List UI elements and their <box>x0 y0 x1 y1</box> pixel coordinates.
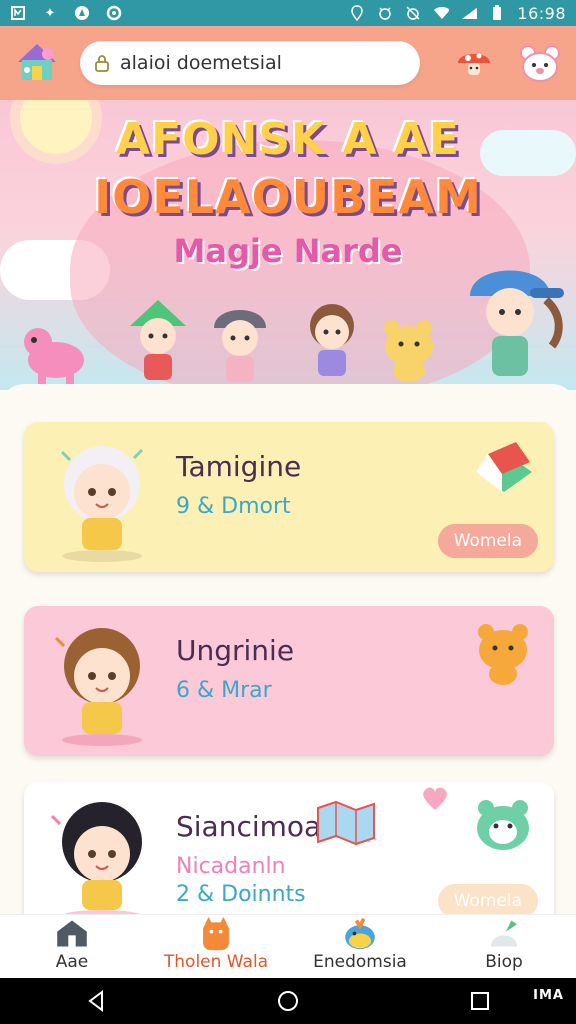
card-title: Tamigine <box>176 450 302 483</box>
nav-item-active[interactable]: Tholen Wala <box>144 915 288 978</box>
bottom-nav: Aae Tholen Wala Enedomsia Biop <box>0 914 576 978</box>
brown-hair-chibi-icon <box>310 304 354 376</box>
card-title: Siancimoa <box>176 810 322 843</box>
home-icon[interactable] <box>276 989 300 1013</box>
vibrate-icon <box>377 5 393 21</box>
nav-item-home[interactable]: Aae <box>0 915 144 978</box>
nav-label: Biop <box>485 952 523 972</box>
sync-icon <box>106 5 122 21</box>
nav-item-shop[interactable]: Biop <box>432 915 576 978</box>
pink-pony-icon <box>24 328 84 386</box>
green-pet-icon <box>477 800 529 850</box>
white-hair-chibi-avatar-icon <box>60 446 144 562</box>
nav-label: Tholen Wala <box>163 952 269 972</box>
nav-label: Aae <box>55 952 89 972</box>
blue-cap-chibi-icon <box>470 270 564 376</box>
bolt-icon: ✦ <box>44 5 56 21</box>
battery-icon <box>489 5 505 21</box>
alarm-off-icon <box>405 5 421 21</box>
system-nav-bar <box>0 978 576 1024</box>
bag-icon <box>491 920 517 947</box>
house-icon <box>57 920 87 947</box>
heart-icon <box>423 787 447 810</box>
cat-icon <box>203 916 229 951</box>
map-icon <box>317 800 375 846</box>
lock-icon <box>95 55 109 72</box>
gift-box-icon <box>476 442 532 492</box>
recents-icon[interactable] <box>468 989 492 1013</box>
clock-time: 16:98 <box>517 3 566 23</box>
black-hair-chibi-avatar-icon <box>50 802 142 914</box>
hero-title-line1: AFONSK A AE <box>116 114 460 165</box>
character-list: Tamigine 9 & Dmort Womela Ungrinie 6 & M… <box>0 384 576 914</box>
card-action-button[interactable]: Womela <box>437 884 538 914</box>
nav-label: Enedomsia <box>313 952 407 972</box>
status-bar: ✦ 16:98 <box>0 0 576 26</box>
card-subtitle: Nicadanln <box>176 854 286 879</box>
card-action-button[interactable]: Womela <box>437 524 538 558</box>
search-input[interactable]: alaioi doemetsial <box>120 52 282 74</box>
list-item[interactable]: Tamigine 9 & Dmort Womela <box>24 422 554 572</box>
list-item[interactable]: Siancimoa Nicadanln 2 & Doinnts Womela <box>24 782 554 914</box>
bird-icon <box>345 917 375 950</box>
yellow-bear-icon <box>384 320 433 382</box>
photo-icon <box>10 5 26 21</box>
brown-hair-chibi-avatar-icon <box>54 628 142 746</box>
mushroom-icon[interactable] <box>452 41 496 85</box>
signal-icon <box>461 5 478 21</box>
back-icon[interactable] <box>84 989 108 1013</box>
location-icon <box>349 5 365 21</box>
card-subtitle: 9 & Dmort <box>176 494 291 519</box>
app-logo-icon[interactable] <box>14 40 60 86</box>
card-title: Ungrinie <box>176 634 295 667</box>
green-hat-chibi-icon <box>130 300 186 380</box>
gray-hat-chibi-icon <box>214 310 266 382</box>
wifi-icon <box>433 5 450 21</box>
card-meta: 2 & Doinnts <box>176 882 306 907</box>
orange-bear-icon <box>478 624 528 685</box>
hero-characters <box>0 270 576 390</box>
nav-item-bird[interactable]: Enedomsia <box>288 915 432 978</box>
card-subtitle: 6 & Mrar <box>176 678 272 703</box>
search-bar[interactable]: alaioi doemetsial <box>80 41 420 85</box>
hero-banner[interactable]: AFONSK A AE IOELAOUBEAM Magje Narde <box>0 100 576 390</box>
compass-icon <box>74 5 90 21</box>
bear-face-icon[interactable] <box>518 41 562 85</box>
watermark-logo: IMA <box>533 988 564 1003</box>
hero-title-line2: IOELAOUBEAM <box>94 170 482 224</box>
app-bar: alaioi doemetsial <box>0 26 576 100</box>
list-item[interactable]: Ungrinie 6 & Mrar <box>24 606 554 756</box>
